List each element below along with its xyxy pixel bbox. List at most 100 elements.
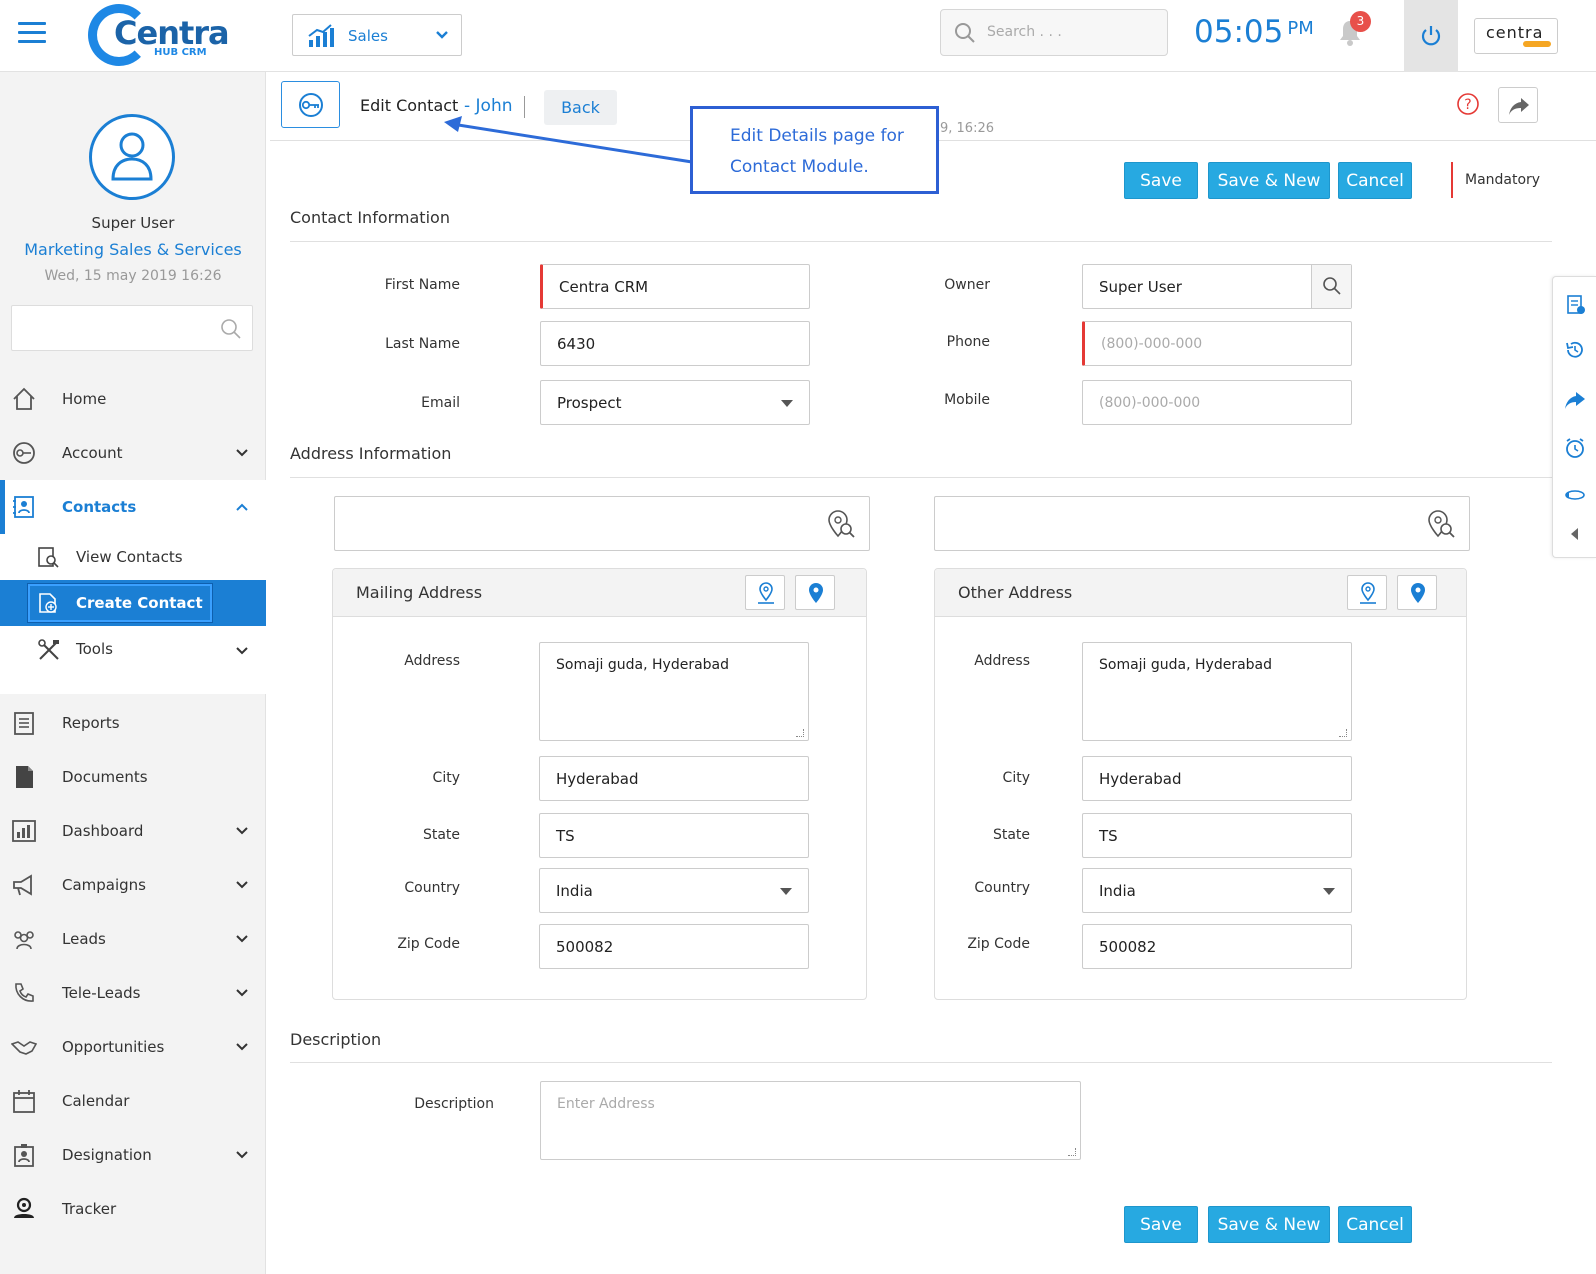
avatar[interactable] bbox=[89, 114, 175, 200]
section-divider bbox=[290, 1062, 1552, 1063]
tools-icon bbox=[38, 639, 59, 660]
record-icon-button[interactable] bbox=[281, 81, 340, 128]
phone-label: Phone bbox=[946, 334, 990, 350]
description-textarea[interactable]: Enter Address bbox=[540, 1081, 1081, 1160]
sidebar-item-contacts[interactable]: Contacts bbox=[0, 480, 266, 534]
map-view-button[interactable] bbox=[745, 575, 785, 610]
sidebar-item-label: Contacts bbox=[62, 498, 137, 516]
sidebar-item-tele-leads[interactable]: Tele-Leads bbox=[0, 966, 266, 1020]
owner-value: Super User bbox=[1099, 278, 1182, 296]
share-arrow-icon[interactable] bbox=[1564, 389, 1586, 411]
sidebar-item-account[interactable]: Account bbox=[0, 426, 266, 480]
notifications-button[interactable]: 3 bbox=[1338, 11, 1371, 50]
group-icon bbox=[14, 931, 34, 950]
other-address-value: Somaji guda, Hyderabad bbox=[1099, 657, 1273, 673]
email-select[interactable]: Prospect bbox=[540, 380, 810, 425]
help-icon: ? bbox=[1457, 93, 1479, 115]
reports-icon bbox=[14, 712, 34, 735]
mailing-state-label: State bbox=[422, 827, 460, 843]
other-zip-value: 500082 bbox=[1099, 938, 1157, 956]
sidebar-item-opportunities[interactable]: Opportunities bbox=[0, 1020, 266, 1074]
mailing-country-value: India bbox=[556, 882, 593, 900]
mailing-country-select[interactable]: India bbox=[539, 868, 809, 913]
sidebar-search-input[interactable] bbox=[11, 305, 253, 351]
other-address-search-input[interactable] bbox=[934, 496, 1470, 551]
sidebar-item-label: Calendar bbox=[62, 1092, 130, 1110]
sidebar-item-label: View Contacts bbox=[76, 548, 183, 566]
view-360-icon[interactable] bbox=[1564, 483, 1586, 505]
sidebar-item-tools[interactable]: Tools bbox=[0, 626, 266, 672]
sidebar-item-create-contact[interactable]: Create Contact bbox=[0, 580, 266, 626]
user-icon bbox=[111, 132, 153, 181]
owner-search-button[interactable] bbox=[1311, 265, 1351, 308]
other-address-label: Address bbox=[974, 653, 1030, 669]
map-view-button[interactable] bbox=[1347, 575, 1387, 610]
collapse-left-icon[interactable] bbox=[1564, 523, 1586, 545]
sidebar-item-reports[interactable]: Reports bbox=[0, 696, 266, 750]
sidebar-item-label: Opportunities bbox=[62, 1038, 165, 1056]
mailing-address-search-input[interactable] bbox=[334, 496, 870, 551]
save-and-new-button[interactable]: Save & New bbox=[1208, 162, 1330, 199]
module-select[interactable]: Sales bbox=[292, 14, 462, 56]
contacts-submenu: View Contacts Create Contact Tools bbox=[0, 534, 266, 694]
sidebar-item-tracker[interactable]: Tracker bbox=[0, 1182, 266, 1236]
sidebar-item-designation[interactable]: Designation bbox=[0, 1128, 266, 1182]
annotation-callout: Edit Details page for Contact Module. bbox=[690, 106, 939, 194]
owner-field[interactable]: Super User bbox=[1082, 264, 1352, 309]
logo[interactable]: Centra HUB CRM bbox=[88, 4, 230, 66]
locate-button[interactable] bbox=[1397, 575, 1437, 610]
locate-button[interactable] bbox=[795, 575, 835, 610]
phone-field[interactable]: (800)-000-000 bbox=[1082, 321, 1352, 366]
other-state-field[interactable]: TS bbox=[1082, 813, 1352, 858]
history-icon[interactable] bbox=[1564, 339, 1586, 361]
mailing-state-field[interactable]: TS bbox=[539, 813, 809, 858]
last-name-field[interactable]: 6430 bbox=[540, 321, 810, 366]
cancel-button-bottom[interactable]: Cancel bbox=[1338, 1206, 1412, 1243]
mailing-zip-field[interactable]: 500082 bbox=[539, 924, 809, 969]
mailing-city-field[interactable]: Hyderabad bbox=[539, 756, 809, 801]
email-label: Email bbox=[421, 395, 460, 411]
sidebar-item-label: Account bbox=[62, 444, 123, 462]
logo-subtext: HUB CRM bbox=[154, 47, 207, 58]
resize-grip-icon[interactable] bbox=[796, 729, 804, 737]
logout-button[interactable] bbox=[1404, 0, 1458, 72]
global-search-input[interactable]: Search . . . bbox=[940, 9, 1168, 56]
sidebar-item-dashboard[interactable]: Dashboard bbox=[0, 804, 266, 858]
search-icon bbox=[1323, 277, 1341, 295]
mobile-label: Mobile bbox=[944, 392, 990, 408]
other-address-textarea[interactable]: Somaji guda, Hyderabad bbox=[1082, 642, 1352, 741]
sidebar-item-view-contacts[interactable]: View Contacts bbox=[0, 534, 266, 580]
resize-grip-icon[interactable] bbox=[1339, 729, 1347, 737]
search-icon bbox=[955, 23, 975, 43]
other-city-field[interactable]: Hyderabad bbox=[1082, 756, 1352, 801]
save-button-bottom[interactable]: Save bbox=[1124, 1206, 1198, 1243]
clock: 05:05 PM bbox=[1194, 14, 1314, 50]
map-pin-outline-icon bbox=[1360, 582, 1376, 604]
sidebar-item-home[interactable]: Home bbox=[0, 372, 266, 426]
first-name-field[interactable]: Centra CRM bbox=[540, 264, 810, 309]
sidebar-item-label: Tele-Leads bbox=[62, 984, 141, 1002]
sidebar-item-leads[interactable]: Leads bbox=[0, 912, 266, 966]
alarm-icon[interactable] bbox=[1564, 437, 1586, 459]
sidebar-item-campaigns[interactable]: Campaigns bbox=[0, 858, 266, 912]
mobile-field[interactable]: (800)-000-000 bbox=[1082, 380, 1352, 425]
help-button[interactable]: ? bbox=[1456, 92, 1480, 120]
section-title-description: Description bbox=[290, 1030, 382, 1049]
chevron-down-icon bbox=[236, 935, 248, 943]
other-zip-field[interactable]: 500082 bbox=[1082, 924, 1352, 969]
cancel-button[interactable]: Cancel bbox=[1338, 162, 1412, 199]
resize-grip-icon[interactable] bbox=[1068, 1148, 1076, 1156]
power-icon bbox=[1421, 26, 1441, 46]
menu-icon[interactable] bbox=[18, 22, 46, 43]
chevron-up-icon bbox=[236, 503, 248, 511]
sidebar-item-calendar[interactable]: Calendar bbox=[0, 1074, 266, 1128]
mailing-address-textarea[interactable]: Somaji guda, Hyderabad bbox=[539, 642, 809, 741]
clipboard-icon[interactable] bbox=[1564, 293, 1586, 315]
mailing-city-label: City bbox=[432, 770, 460, 786]
share-button[interactable] bbox=[1498, 87, 1538, 123]
save-button[interactable]: Save bbox=[1124, 162, 1198, 199]
save-and-new-button-bottom[interactable]: Save & New bbox=[1208, 1206, 1330, 1243]
sidebar-item-documents[interactable]: Documents bbox=[0, 750, 266, 804]
user-name: Super User bbox=[91, 214, 175, 232]
other-country-select[interactable]: India bbox=[1082, 868, 1352, 913]
